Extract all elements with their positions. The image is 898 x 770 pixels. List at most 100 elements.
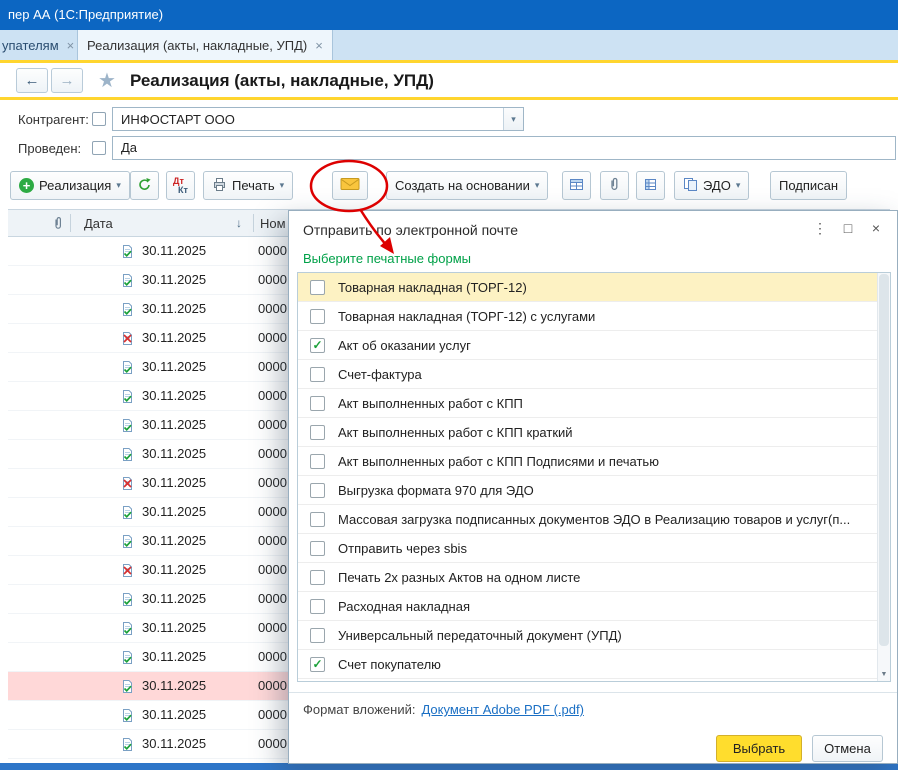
checkbox-unchecked-icon[interactable] bbox=[310, 541, 325, 556]
print-form-item[interactable]: ✓ Счет покупателю bbox=[298, 650, 890, 679]
document-posted-icon bbox=[120, 592, 135, 607]
row-date: 30.11.2025 bbox=[142, 527, 206, 555]
kontragent-combo[interactable]: ИНФОСТАРТ ООО ▾ bbox=[112, 107, 524, 131]
dialog-print-forms-list: ▼ Товарная накладная (ТОРГ-12) Товарная н… bbox=[297, 272, 891, 682]
checkbox-unchecked-icon[interactable] bbox=[310, 425, 325, 440]
print-form-label: Товарная накладная (ТОРГ-12) с услугами bbox=[338, 309, 595, 324]
checkbox-unchecked-icon[interactable] bbox=[310, 280, 325, 295]
print-form-item[interactable]: Акт выполненных работ с КПП краткий bbox=[298, 418, 890, 447]
window-titlebar: пер АА (1С:Предприятие) bbox=[0, 0, 898, 30]
print-form-item[interactable]: Отправить через sbis bbox=[298, 534, 890, 563]
select-button[interactable]: Выбрать bbox=[716, 735, 802, 762]
attachments-button[interactable] bbox=[600, 171, 629, 200]
row-date: 30.11.2025 bbox=[142, 498, 206, 526]
sort-desc-icon[interactable]: ↓ bbox=[236, 216, 242, 230]
proveden-filter-checkbox[interactable] bbox=[92, 141, 106, 155]
row-number: 0000 bbox=[258, 672, 287, 700]
proveden-label: Проведен: bbox=[18, 141, 92, 156]
dialog-maximize-button[interactable]: □ bbox=[835, 217, 861, 239]
checkbox-unchecked-icon[interactable] bbox=[310, 628, 325, 643]
print-form-label: Универсальный передаточный документ (УПД… bbox=[338, 628, 622, 643]
more-dots-icon: ⋮ bbox=[813, 220, 827, 237]
checkbox-checked-icon[interactable]: ✓ bbox=[310, 657, 325, 672]
tab-close-icon[interactable]: × bbox=[315, 38, 323, 53]
combo-dropdown-button[interactable]: ▾ bbox=[503, 108, 523, 130]
document-posted-icon bbox=[120, 621, 135, 636]
columns-icon bbox=[643, 177, 658, 195]
checkbox-unchecked-icon[interactable] bbox=[310, 483, 325, 498]
checkbox-checked-icon[interactable]: ✓ bbox=[310, 338, 325, 353]
plus-icon: + bbox=[19, 178, 34, 193]
print-form-item[interactable]: Расходная накладная bbox=[298, 592, 890, 621]
scrollbar-thumb[interactable] bbox=[879, 274, 889, 646]
cancel-button[interactable]: Отмена bbox=[812, 735, 883, 762]
document-deleted-icon bbox=[120, 331, 135, 346]
print-form-label: Счет покупателю bbox=[338, 657, 441, 672]
checkbox-unchecked-icon[interactable] bbox=[310, 309, 325, 324]
chevron-down-icon: ▾ bbox=[116, 180, 121, 191]
row-date: 30.11.2025 bbox=[142, 382, 206, 410]
print-form-item[interactable]: Счет-фактура bbox=[298, 360, 890, 389]
proveden-value-field[interactable]: Да bbox=[112, 136, 896, 160]
print-form-item[interactable]: ✓Акт об оказании услуг bbox=[298, 331, 890, 360]
print-form-label: Выгрузка формата 970 для ЭДО bbox=[338, 483, 534, 498]
edo-label: ЭДО bbox=[703, 178, 731, 193]
row-date: 30.11.2025 bbox=[142, 295, 206, 323]
printer-icon bbox=[212, 177, 227, 195]
forward-button[interactable]: → bbox=[51, 68, 83, 93]
page-header: ← → ★ Реализация (акты, накладные, УПД) bbox=[16, 68, 434, 93]
row-number: 0000 bbox=[258, 585, 287, 613]
checkbox-unchecked-icon[interactable] bbox=[310, 570, 325, 585]
date-column-header[interactable]: Дата bbox=[84, 216, 113, 231]
dialog-window-controls: ⋮ □ × bbox=[805, 217, 889, 239]
dialog-menu-button[interactable]: ⋮ bbox=[807, 217, 833, 239]
print-form-item[interactable]: Универсальный передаточный документ (УПД… bbox=[298, 621, 890, 650]
create-realization-button[interactable]: + Реализация ▾ bbox=[10, 171, 130, 200]
back-button[interactable]: ← bbox=[16, 68, 48, 93]
row-date: 30.11.2025 bbox=[142, 266, 206, 294]
send-email-button[interactable] bbox=[332, 171, 368, 200]
checkbox-unchecked-icon[interactable] bbox=[310, 367, 325, 382]
document-posted-icon bbox=[120, 273, 135, 288]
envelope-icon bbox=[340, 177, 360, 194]
row-number: 0000 bbox=[258, 614, 287, 642]
print-form-item[interactable]: Печать 2х разных Актов на одном листе bbox=[298, 563, 890, 592]
dialog-close-button[interactable]: × bbox=[863, 217, 889, 239]
scroll-down-icon[interactable]: ▼ bbox=[878, 668, 890, 680]
tab-realization[interactable]: Реализация (акты, накладные, УПД) × bbox=[78, 30, 333, 60]
refresh-button[interactable] bbox=[130, 171, 159, 200]
edo-button[interactable]: ЭДО ▾ bbox=[674, 171, 749, 200]
row-date: 30.11.2025 bbox=[142, 730, 206, 758]
checkbox-unchecked-icon[interactable] bbox=[310, 454, 325, 469]
attachment-column-paperclip-icon[interactable] bbox=[52, 216, 65, 234]
create-based-on-button[interactable]: Создать на основании ▾ bbox=[386, 171, 548, 200]
number-column-header[interactable]: Ном bbox=[260, 216, 286, 231]
dtkt-button[interactable]: Дт Кт bbox=[166, 171, 195, 200]
print-form-item[interactable]: Акт выполненных работ с КПП Подписями и … bbox=[298, 447, 890, 476]
print-form-item[interactable]: Массовая загрузка подписанных документов… bbox=[298, 505, 890, 534]
tab-buyers[interactable]: упателям × bbox=[0, 30, 78, 60]
print-form-item[interactable]: Акт выполненных работ с КПП bbox=[298, 389, 890, 418]
format-link[interactable]: Документ Adobe PDF (.pdf) bbox=[421, 702, 583, 717]
list-scrollbar[interactable]: ▼ bbox=[877, 273, 890, 681]
checkbox-unchecked-icon[interactable] bbox=[310, 396, 325, 411]
row-number: 0000 bbox=[258, 643, 287, 671]
kt-label: Кт bbox=[178, 186, 188, 195]
dialog-title: Отправить по электронной почте bbox=[303, 222, 518, 238]
chevron-down-icon: ▾ bbox=[736, 180, 741, 191]
related-documents-button[interactable] bbox=[562, 171, 591, 200]
print-button[interactable]: Печать ▾ bbox=[203, 171, 293, 200]
kontragent-filter-checkbox[interactable] bbox=[92, 112, 106, 126]
list-settings-button[interactable] bbox=[636, 171, 665, 200]
tab-close-icon[interactable]: × bbox=[67, 38, 75, 53]
print-form-item[interactable]: Товарная накладная (ТОРГ-12) bbox=[298, 273, 890, 302]
favorite-star-icon[interactable]: ★ bbox=[98, 68, 116, 93]
document-posted-icon bbox=[120, 534, 135, 549]
signed-button[interactable]: Подписан bbox=[770, 171, 847, 200]
checkbox-unchecked-icon[interactable] bbox=[310, 599, 325, 614]
print-form-item[interactable]: Выгрузка формата 970 для ЭДО bbox=[298, 476, 890, 505]
print-form-item[interactable]: Товарная накладная (ТОРГ-12) с услугами bbox=[298, 302, 890, 331]
edo-icon bbox=[683, 177, 698, 195]
row-date: 30.11.2025 bbox=[142, 701, 206, 729]
checkbox-unchecked-icon[interactable] bbox=[310, 512, 325, 527]
